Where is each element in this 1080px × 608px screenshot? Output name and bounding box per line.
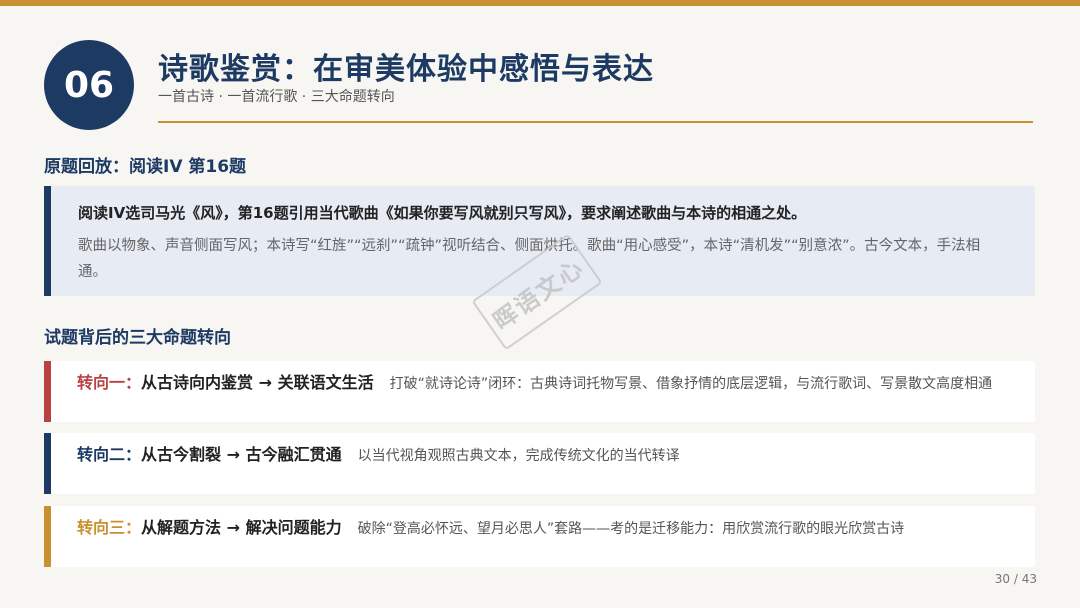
shift-card-3: 转向三：从解题方法 → 解决问题能力 破除“登高必怀远、望月必思人”套路——考的是… bbox=[44, 506, 1035, 567]
shift-headline: 从古今割裂 → 古今融汇贯通 bbox=[141, 445, 342, 464]
shift-card-1: 转向一：从古诗向内鉴赏 → 关联语文生活 打破“就诗论诗”闭环：古典诗词托物写景、… bbox=[44, 361, 1035, 422]
recap-lead-text: 阅读IV选司马光《风》，第16题引用当代歌曲《如果你要写风就别只写风》，要求阐述… bbox=[78, 204, 807, 222]
slide-title: 诗歌鉴赏：在审美体验中感悟与表达 bbox=[158, 52, 654, 87]
shift-description: 破除“登高必怀远、望月必思人”套路——考的是迁移能力：用欣赏流行歌的眼光欣赏古诗 bbox=[357, 521, 905, 537]
shift-label: 转向一： bbox=[77, 373, 142, 392]
top-accent-bar bbox=[0, 0, 1080, 6]
shifts-heading: 试题背后的三大命题转向 bbox=[44, 328, 231, 348]
slide-subtitle: 一首古诗 · 一首流行歌 · 三大命题转向 bbox=[158, 89, 395, 105]
page-number: 30 / 43 bbox=[994, 572, 1037, 586]
shift-headline: 从古诗向内鉴赏 → 关联语文生活 bbox=[141, 373, 374, 392]
shift-label: 转向二： bbox=[77, 445, 142, 464]
shift-headline: 从解题方法 → 解决问题能力 bbox=[141, 518, 342, 537]
shift-description: 以当代视角观照古典文本，完成传统文化的当代转译 bbox=[357, 448, 680, 464]
shift-card-2: 转向二：从古今割裂 → 古今融汇贯通 以当代视角观照古典文本，完成传统文化的当代转… bbox=[44, 433, 1035, 494]
shift-label: 转向三： bbox=[77, 518, 142, 537]
title-divider bbox=[158, 121, 1033, 123]
slide-number-badge: 06 bbox=[44, 40, 134, 130]
recap-heading: 原题回放：阅读IV 第16题 bbox=[44, 157, 247, 177]
shift-description: 打破“就诗论诗”闭环：古典诗词托物写景、借象抒情的底层逻辑，与流行歌词、写景散文… bbox=[389, 376, 993, 392]
